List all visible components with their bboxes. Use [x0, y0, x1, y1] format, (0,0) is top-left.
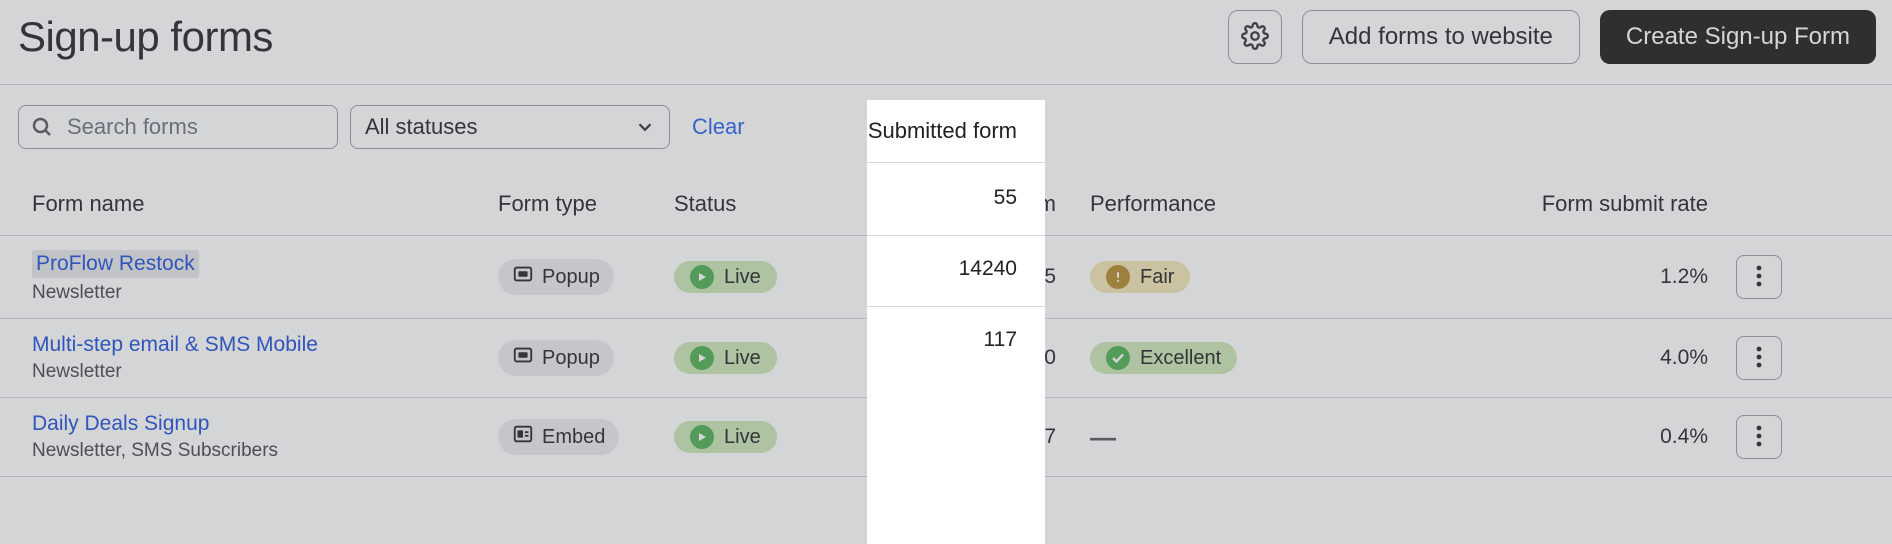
status-label: Live [724, 347, 761, 370]
clear-filters-link[interactable]: Clear [692, 114, 745, 140]
row-actions-button[interactable] [1736, 255, 1782, 299]
submit-rate: 4.0% [1660, 346, 1708, 369]
performance-empty: — [1090, 422, 1116, 452]
search-icon [30, 115, 54, 139]
col-header-name: Form name [32, 191, 498, 217]
status-label: Live [724, 426, 761, 449]
search-input[interactable] [18, 105, 338, 149]
warning-icon [1106, 265, 1130, 289]
submitted-count: 55 [1033, 265, 1056, 288]
submitted-count: 117 [1023, 425, 1056, 448]
status-pill: Live [674, 261, 777, 293]
create-form-label: Create Sign-up Form [1626, 23, 1850, 51]
status-filter-selected: All statuses [365, 114, 478, 139]
form-name-link[interactable]: ProFlow Restock [32, 250, 199, 278]
status-filter[interactable]: All statuses [350, 105, 670, 149]
form-name-link[interactable]: Daily Deals Signup [32, 412, 209, 436]
kebab-icon [1756, 346, 1762, 371]
chevron-down-icon [634, 116, 656, 138]
filters-bar: All statuses Clear [0, 85, 1892, 169]
form-name-link[interactable]: Multi-step email & SMS Mobile [32, 333, 318, 357]
settings-button[interactable] [1228, 10, 1282, 64]
type-pill: Popup [498, 340, 614, 376]
col-header-submitted: Submitted form [850, 191, 1056, 217]
play-icon [690, 265, 714, 289]
submit-rate: 0.4% [1660, 425, 1708, 448]
embed-icon [512, 423, 534, 451]
table-row: Multi-step email & SMS Mobile Newsletter P… [0, 318, 1892, 397]
table-row: ProFlow Restock Newsletter Popup Live 55 Fair… [0, 235, 1892, 318]
row-actions-button[interactable] [1736, 415, 1782, 459]
add-forms-to-website-button[interactable]: Add forms to website [1302, 10, 1580, 64]
status-pill: Live [674, 421, 777, 453]
col-header-performance: Performance [1056, 191, 1314, 217]
performance-label: Excellent [1140, 347, 1221, 370]
submitted-count: 14240 [998, 346, 1056, 369]
play-icon [690, 346, 714, 370]
row-actions-button[interactable] [1736, 336, 1782, 380]
type-label: Popup [542, 266, 600, 289]
form-sublabel: Newsletter, SMS Subscribers [32, 440, 498, 462]
performance-pill: Fair [1090, 261, 1190, 293]
kebab-icon [1756, 265, 1762, 290]
form-sublabel: Newsletter [32, 282, 498, 304]
play-icon [690, 425, 714, 449]
popup-icon [512, 344, 534, 372]
page-header: Sign-up forms Add forms to website Creat… [0, 0, 1892, 84]
col-header-status: Status [674, 191, 850, 217]
popup-icon [512, 263, 534, 291]
create-signup-form-button[interactable]: Create Sign-up Form [1600, 10, 1876, 64]
add-forms-label: Add forms to website [1329, 23, 1553, 51]
status-filter-button[interactable]: All statuses [350, 105, 670, 149]
gear-icon [1241, 22, 1269, 53]
page-title: Sign-up forms [18, 13, 273, 61]
type-pill: Popup [498, 259, 614, 295]
table-row: Daily Deals Signup Newsletter, SMS Subscr… [0, 397, 1892, 477]
performance-pill: Excellent [1090, 342, 1237, 374]
submit-rate: 1.2% [1660, 265, 1708, 288]
search-wrap [18, 105, 338, 149]
check-icon [1106, 346, 1130, 370]
form-sublabel: Newsletter [32, 361, 498, 383]
type-pill: Embed [498, 419, 619, 455]
header-actions: Add forms to website Create Sign-up Form [1228, 10, 1876, 64]
status-label: Live [724, 266, 761, 289]
table-header: Form name Form type Status Submitted for… [0, 169, 1892, 235]
type-label: Popup [542, 347, 600, 370]
type-label: Embed [542, 426, 605, 449]
status-pill: Live [674, 342, 777, 374]
col-header-rate: Form submit rate [1314, 191, 1708, 217]
performance-label: Fair [1140, 266, 1174, 289]
col-header-type: Form type [498, 191, 674, 217]
forms-table: Form name Form type Status Submitted for… [0, 169, 1892, 477]
kebab-icon [1756, 425, 1762, 450]
